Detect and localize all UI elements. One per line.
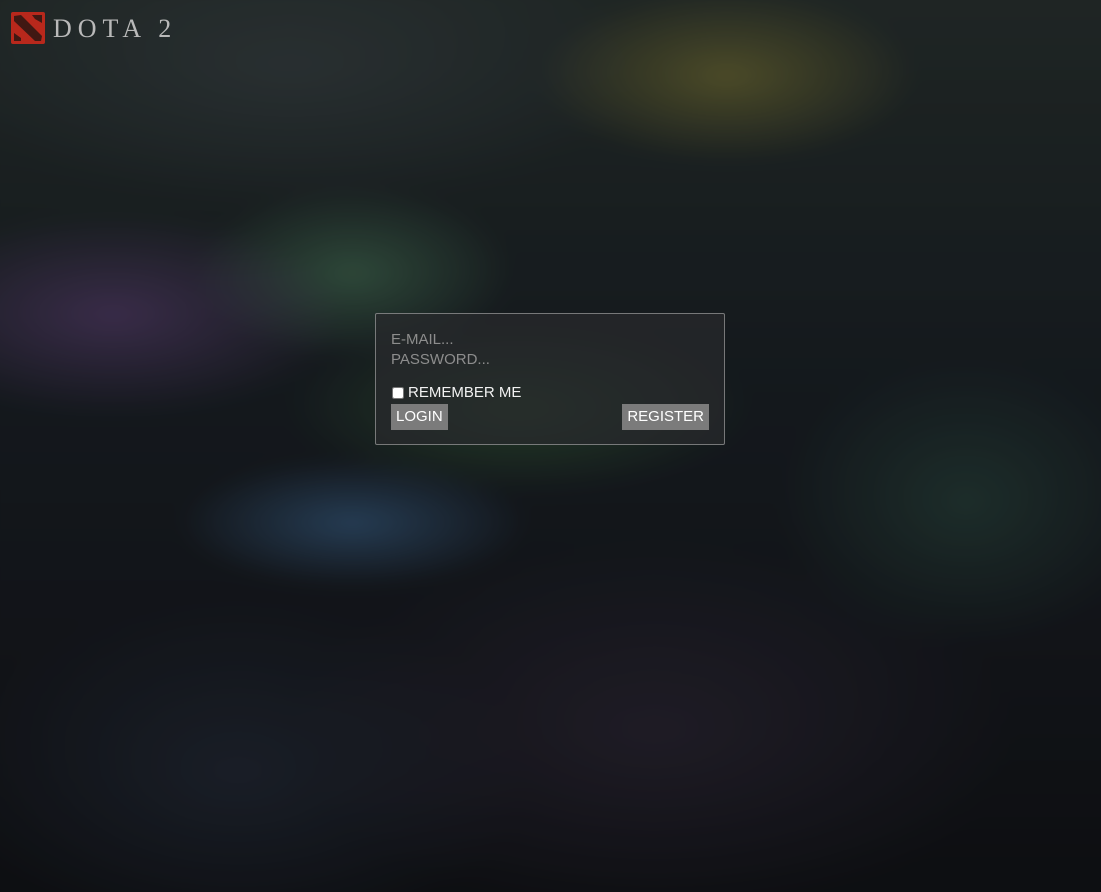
email-input[interactable] — [391, 330, 691, 350]
dota2-logo-icon — [11, 12, 45, 44]
remember-me-label: REMEMBER ME — [408, 384, 522, 401]
brand-logo: DOTA 2 — [11, 12, 177, 44]
logo-text: DOTA 2 — [53, 14, 178, 43]
login-form: REMEMBER ME LOGIN REGISTER — [375, 313, 725, 445]
background-overlay — [0, 0, 1101, 892]
button-row: LOGIN REGISTER — [391, 404, 709, 430]
register-button[interactable]: REGISTER — [622, 404, 709, 430]
password-input[interactable] — [391, 350, 691, 370]
login-button[interactable]: LOGIN — [391, 404, 448, 430]
remember-me-checkbox[interactable] — [392, 387, 404, 399]
remember-me-row: REMEMBER ME — [391, 384, 709, 402]
